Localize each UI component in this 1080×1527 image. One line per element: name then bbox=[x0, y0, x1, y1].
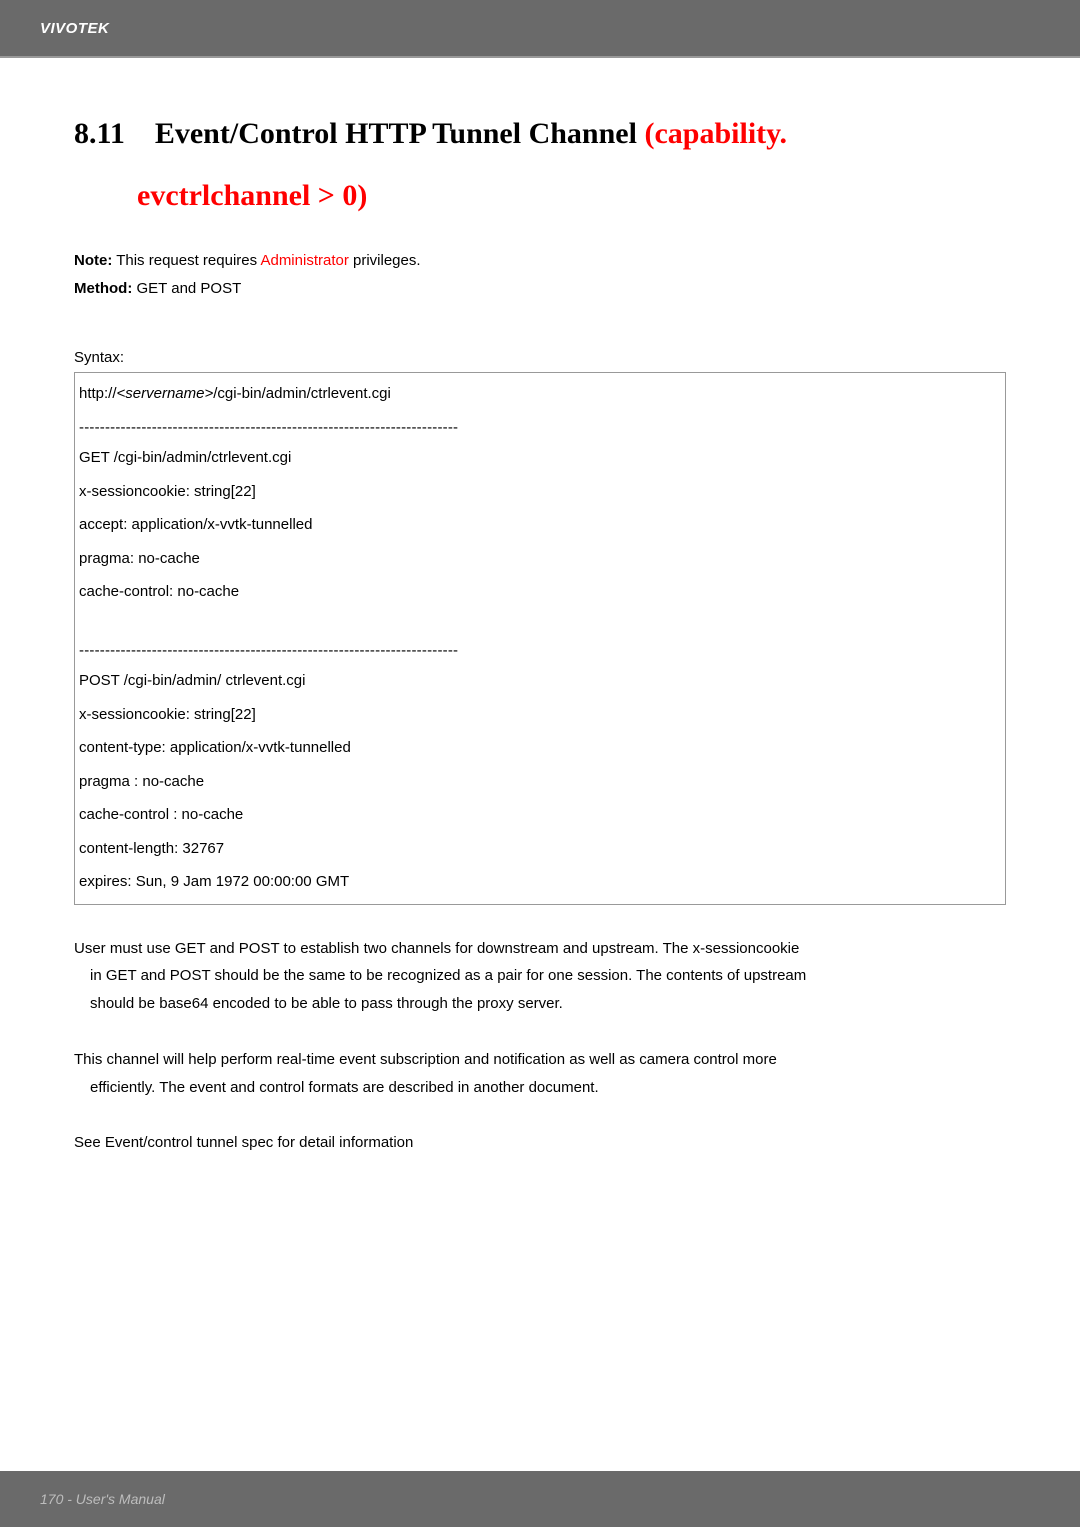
section-title: 8.11 Event/Control HTTP Tunnel Channel (… bbox=[74, 110, 1006, 220]
paragraph-3: See Event/control tunnel spec for detail… bbox=[74, 1129, 1006, 1157]
syntax-post-header: x-sessioncookie: string[22] bbox=[79, 704, 1001, 727]
note-label: Note: bbox=[74, 252, 112, 269]
url-suffix: /cgi-bin/admin/ctrlevent.cgi bbox=[213, 385, 391, 402]
para-line: See Event/control tunnel spec for detail… bbox=[74, 1129, 1006, 1157]
servername-placeholder: <servername> bbox=[117, 385, 214, 402]
syntax-get-header: pragma: no-cache bbox=[79, 548, 1001, 571]
footer-text: 170 - User's Manual bbox=[40, 1491, 165, 1507]
syntax-post-header: expires: Sun, 9 Jam 1972 00:00:00 GMT bbox=[79, 871, 1001, 894]
section-title-main: Event/Control HTTP Tunnel Channel bbox=[155, 117, 645, 150]
syntax-box: http://<servername>/cgi-bin/admin/ctrlev… bbox=[74, 372, 1006, 905]
syntax-get-header: x-sessioncookie: string[22] bbox=[79, 481, 1001, 504]
content-area: 8.11 Event/Control HTTP Tunnel Channel (… bbox=[0, 58, 1080, 1157]
syntax-post-header: content-length: 32767 bbox=[79, 838, 1001, 861]
method-value: GET and POST bbox=[132, 280, 241, 297]
footer-bar: 170 - User's Manual bbox=[0, 1471, 1080, 1527]
syntax-get-line: GET /cgi-bin/admin/ctrlevent.cgi bbox=[79, 447, 1001, 470]
section-number: 8.11 bbox=[74, 117, 125, 150]
dashes-separator: ----------------------------------------… bbox=[79, 417, 1001, 440]
syntax-get-header: accept: application/x-vvtk-tunnelled bbox=[79, 514, 1001, 537]
brand-text: VIVOTEK bbox=[40, 20, 109, 37]
para-line: in GET and POST should be the same to be… bbox=[74, 962, 1006, 990]
note-admin: Administrator bbox=[260, 252, 348, 269]
section-title-red1: (capability. bbox=[644, 117, 787, 150]
syntax-post-header: pragma : no-cache bbox=[79, 771, 1001, 794]
section-title-red2: evctrlchannel > 0) bbox=[137, 172, 1006, 220]
note-text-before: This request requires bbox=[112, 252, 260, 269]
url-prefix: http:// bbox=[79, 385, 117, 402]
spacer bbox=[79, 615, 1001, 629]
para-line: User must use GET and POST to establish … bbox=[74, 935, 1006, 963]
para-line: should be base64 encoded to be able to p… bbox=[74, 990, 1006, 1018]
para-line: efficiently. The event and control forma… bbox=[74, 1074, 1006, 1102]
dashes-separator: ----------------------------------------… bbox=[79, 640, 1001, 663]
note-block: Note: This request requires Administrato… bbox=[74, 252, 1006, 270]
syntax-post-line: POST /cgi-bin/admin/ ctrlevent.cgi bbox=[79, 670, 1001, 693]
syntax-post-header: cache-control : no-cache bbox=[79, 804, 1001, 827]
method-label: Method: bbox=[74, 280, 132, 297]
paragraph-2: This channel will help perform real-time… bbox=[74, 1046, 1006, 1102]
paragraph-1: User must use GET and POST to establish … bbox=[74, 935, 1006, 1018]
syntax-post-header: content-type: application/x-vvtk-tunnell… bbox=[79, 737, 1001, 760]
syntax-get-header: cache-control: no-cache bbox=[79, 581, 1001, 604]
method-block: Method: GET and POST bbox=[74, 280, 1006, 297]
page: VIVOTEK 8.11 Event/Control HTTP Tunnel C… bbox=[0, 0, 1080, 1527]
header-bar: VIVOTEK bbox=[0, 0, 1080, 56]
syntax-label: Syntax: bbox=[74, 349, 1006, 366]
note-text-after: privileges. bbox=[349, 252, 421, 269]
syntax-url-line: http://<servername>/cgi-bin/admin/ctrlev… bbox=[79, 383, 1001, 406]
para-line: This channel will help perform real-time… bbox=[74, 1046, 1006, 1074]
